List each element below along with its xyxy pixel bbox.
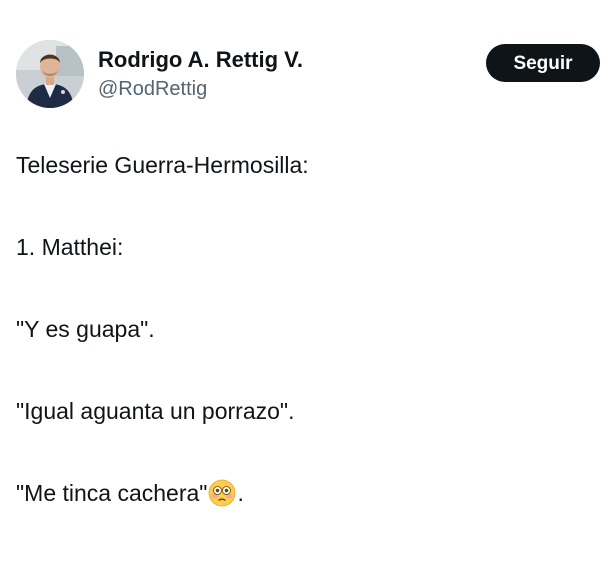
profile-photo-icon bbox=[16, 40, 84, 108]
flushed-face-icon bbox=[208, 479, 236, 514]
tweet: Rodrigo A. Rettig V. @RodRettig Seguir T… bbox=[0, 0, 616, 507]
tweet-header: Rodrigo A. Rettig V. @RodRettig Seguir bbox=[16, 40, 600, 112]
tweet-text: Teleserie Guerra-Hermosilla: 1. Matthei:… bbox=[16, 150, 600, 566]
author-names: Rodrigo A. Rettig V. @RodRettig bbox=[98, 46, 303, 102]
tweet-line: 1. Matthei: bbox=[16, 234, 124, 260]
tweet-line: "Y es guapa". bbox=[16, 316, 155, 342]
tweet-line-text: "Me tinca cachera" bbox=[16, 480, 208, 506]
author-handle[interactable]: @RodRettig bbox=[98, 76, 303, 102]
tweet-line: Teleserie Guerra-Hermosilla: bbox=[16, 152, 309, 178]
tweet-line-last: "Me tinca cachera" . bbox=[16, 478, 600, 514]
follow-button[interactable]: Seguir bbox=[486, 44, 600, 82]
tweet-line: "Igual aguanta un porrazo". bbox=[16, 398, 295, 424]
author-display-name[interactable]: Rodrigo A. Rettig V. bbox=[98, 46, 303, 74]
avatar[interactable] bbox=[16, 40, 84, 108]
tweet-line-suffix: . bbox=[237, 480, 244, 506]
